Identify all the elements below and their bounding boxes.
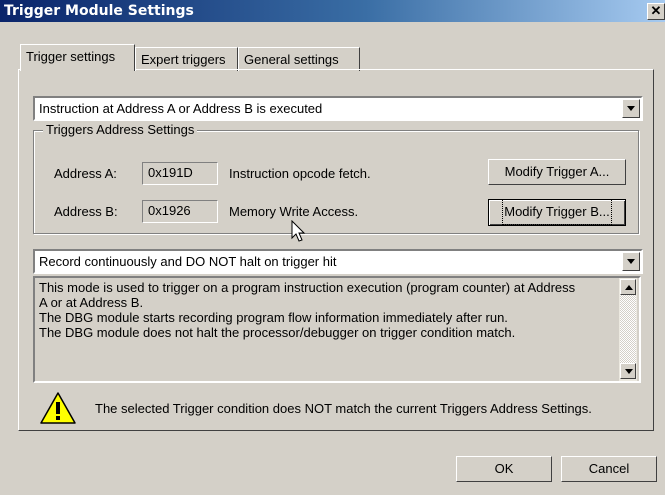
dropdown-button[interactable] [622, 99, 640, 118]
description-line: The DBG module does not halt the process… [39, 325, 516, 340]
mode-description-box[interactable]: This mode is used to trigger on a progra… [33, 276, 641, 383]
window-title: Trigger Module Settings [4, 3, 194, 19]
address-b-value: 0x1926 [142, 200, 218, 223]
description-scrollbar[interactable] [619, 278, 637, 381]
scroll-down-button[interactable] [620, 363, 636, 379]
modify-trigger-a-button[interactable]: Modify Trigger A... [488, 159, 626, 185]
modify-trigger-b-button[interactable]: Modify Trigger B... [488, 199, 626, 226]
group-title: Triggers Address Settings [43, 122, 198, 137]
modify-trigger-b-label: Modify Trigger B... [502, 199, 612, 225]
trigger-condition-select[interactable]: Instruction at Address A or Address B is… [33, 96, 643, 121]
mouse-cursor-icon [291, 220, 306, 242]
address-a-label: Address A: [54, 166, 117, 181]
cancel-label: Cancel [588, 461, 630, 476]
tab-general-settings[interactable]: General settings [238, 47, 360, 71]
modify-trigger-a-label: Modify Trigger A... [504, 164, 610, 179]
mode-description-text: This mode is used to trigger on a progra… [39, 280, 617, 340]
dropdown-button[interactable] [622, 252, 640, 271]
tab-label: General settings [244, 52, 339, 67]
arrow-down-icon [625, 369, 633, 374]
record-mode-value: Record continuously and DO NOT halt on t… [39, 254, 337, 269]
record-mode-select[interactable]: Record continuously and DO NOT halt on t… [33, 249, 643, 274]
trigger-condition-value: Instruction at Address A or Address B is… [39, 101, 323, 116]
ok-label: OK [494, 461, 514, 476]
tab-label: Expert triggers [141, 52, 226, 67]
chevron-down-icon [627, 106, 635, 111]
warning-message: The selected Trigger condition does NOT … [95, 401, 592, 416]
description-line: A or at Address B. [39, 295, 144, 310]
title-bar[interactable]: Trigger Module Settings ✕ [0, 0, 665, 22]
address-a-value: 0x191D [142, 162, 218, 185]
address-a-description: Instruction opcode fetch. [229, 166, 371, 181]
scroll-up-button[interactable] [620, 279, 636, 295]
tab-trigger-settings[interactable]: Trigger settings [20, 44, 135, 71]
warning-icon [40, 392, 76, 424]
close-button[interactable]: ✕ [647, 3, 665, 20]
tab-label: Trigger settings [26, 49, 116, 64]
address-b-description: Memory Write Access. [229, 204, 359, 219]
description-line: This mode is used to trigger on a progra… [39, 280, 576, 295]
chevron-down-icon [627, 259, 635, 264]
address-a-text: 0x191D [148, 165, 193, 180]
close-icon: ✕ [650, 3, 662, 18]
scroll-track[interactable] [620, 295, 636, 363]
tab-expert-triggers[interactable]: Expert triggers [135, 47, 238, 71]
address-b-label: Address B: [54, 204, 118, 219]
address-b-text: 0x1926 [148, 203, 191, 218]
cancel-button[interactable]: Cancel [561, 456, 657, 482]
arrow-up-icon [625, 285, 633, 290]
description-line: The DBG module starts recording program … [39, 310, 508, 325]
ok-button[interactable]: OK [456, 456, 552, 482]
